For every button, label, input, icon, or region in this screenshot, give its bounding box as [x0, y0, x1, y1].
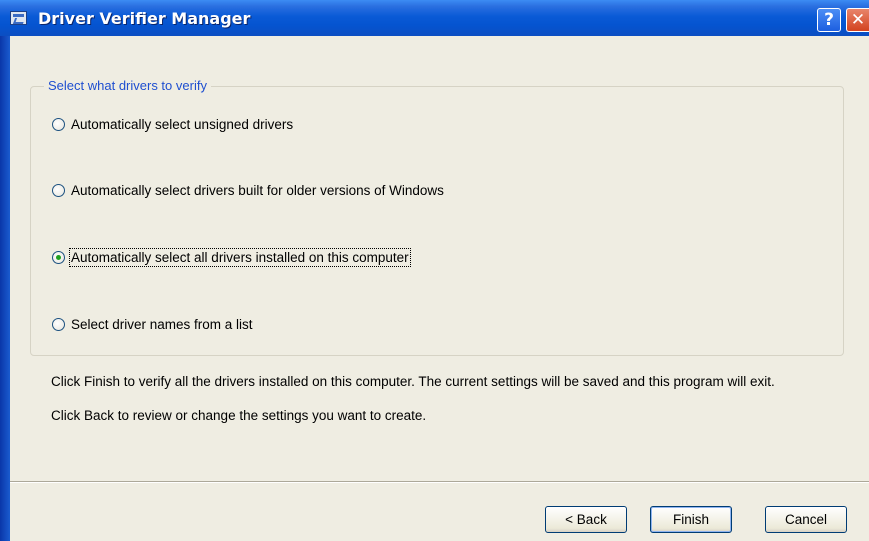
- option-unsigned-drivers[interactable]: Automatically select unsigned drivers: [52, 114, 293, 134]
- cancel-button[interactable]: Cancel: [765, 506, 847, 533]
- option-driver-list[interactable]: Select driver names from a list: [52, 314, 253, 334]
- finish-info-text: Click Finish to verify all the drivers i…: [51, 374, 775, 389]
- option-label: Select driver names from a list: [71, 316, 253, 332]
- close-button[interactable]: ✕: [846, 8, 869, 32]
- window-title: Driver Verifier Manager: [38, 9, 251, 28]
- back-button[interactable]: < Back: [545, 506, 627, 533]
- button-separator: [10, 481, 869, 483]
- option-label: Automatically select all drivers install…: [69, 247, 411, 267]
- app-icon: [10, 11, 27, 25]
- radio-all-drivers[interactable]: [52, 250, 65, 264]
- radio-unsigned-drivers[interactable]: [52, 117, 65, 131]
- radio-older-windows-drivers[interactable]: [52, 183, 65, 197]
- option-all-drivers[interactable]: Automatically select all drivers install…: [52, 247, 411, 267]
- finish-button[interactable]: Finish: [650, 506, 732, 533]
- option-label: Automatically select drivers built for o…: [71, 182, 444, 198]
- help-button[interactable]: ?: [817, 8, 841, 32]
- title-bar[interactable]: Driver Verifier Manager ? ✕: [0, 0, 869, 36]
- driver-verifier-window: Driver Verifier Manager ? ✕ Select what …: [0, 0, 869, 541]
- option-label: Automatically select unsigned drivers: [71, 116, 294, 132]
- group-label: Select what drivers to verify: [44, 78, 211, 93]
- radio-driver-list[interactable]: [52, 317, 65, 331]
- window-frame-left: [0, 36, 10, 541]
- back-info-text: Click Back to review or change the setti…: [51, 408, 427, 423]
- option-older-windows-drivers[interactable]: Automatically select drivers built for o…: [52, 180, 444, 200]
